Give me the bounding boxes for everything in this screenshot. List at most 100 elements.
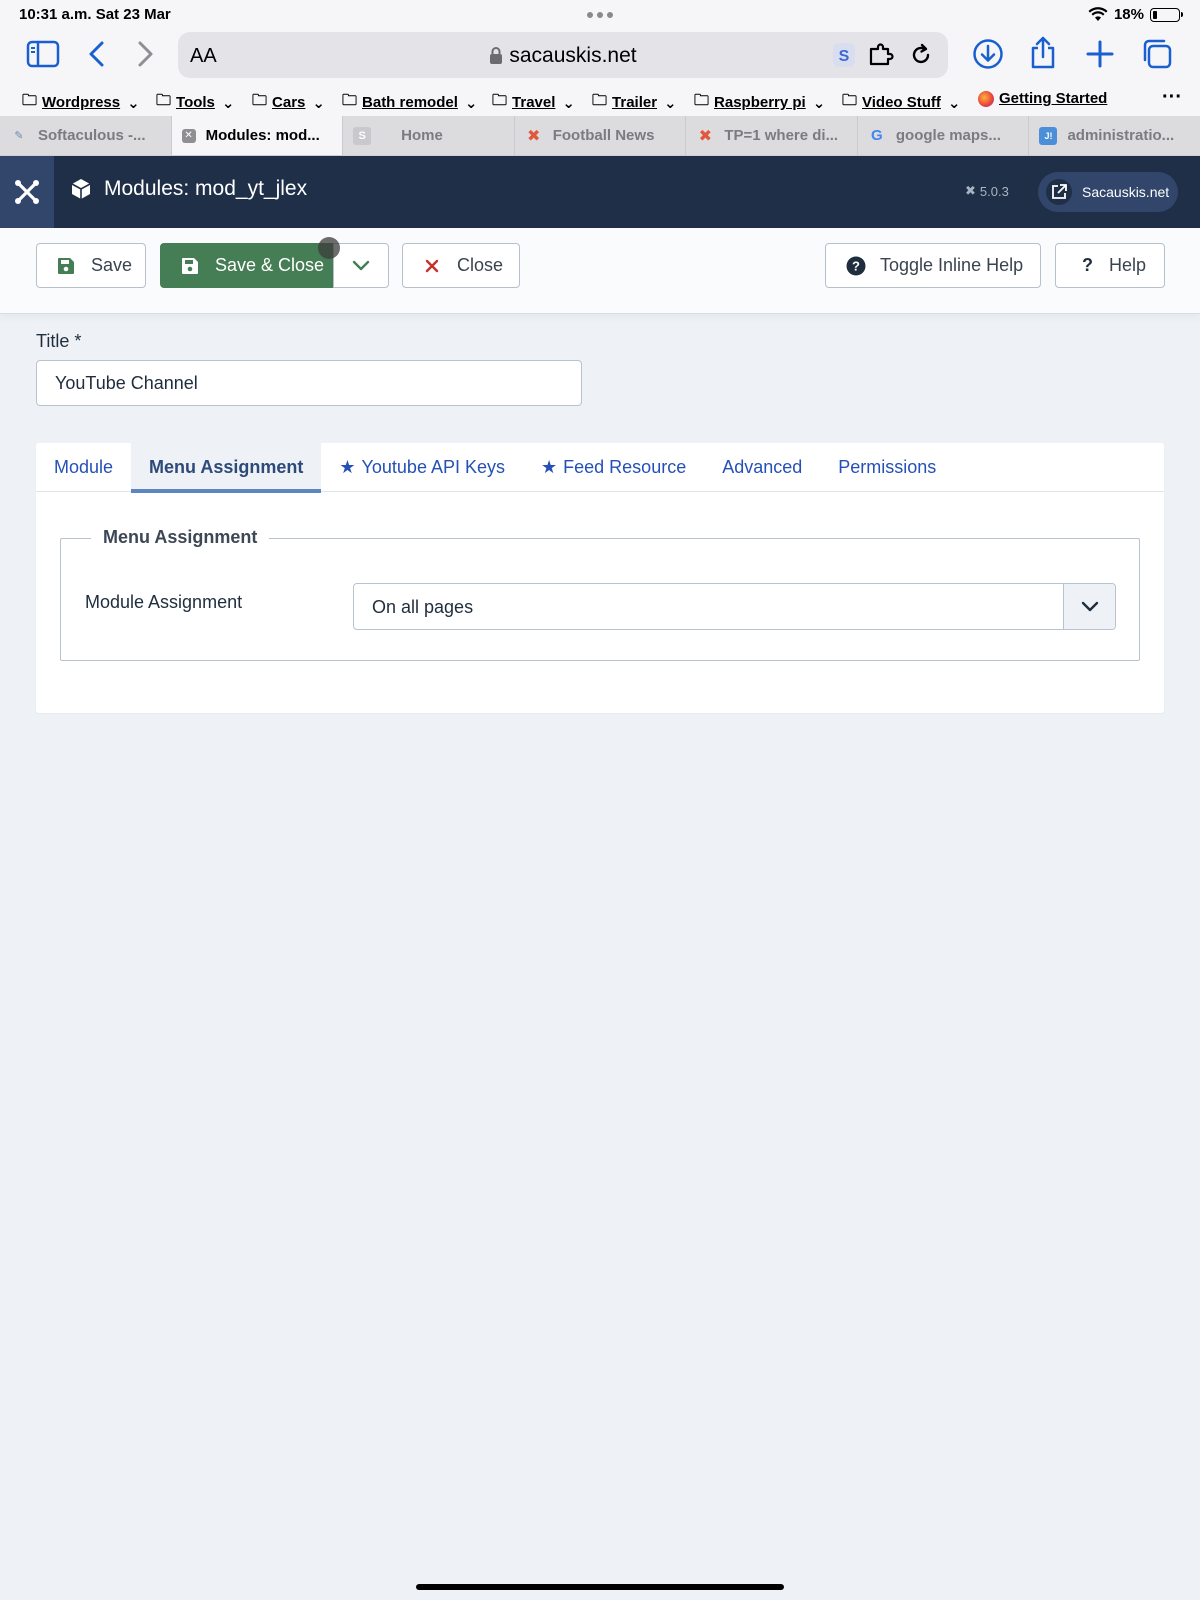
tab-feed-resource[interactable]: ★ Feed Resource bbox=[523, 443, 704, 492]
browser-tab-tp1[interactable]: ✖ TP=1 where di... bbox=[686, 116, 858, 155]
bookmarks-more-icon[interactable]: ··· bbox=[1162, 86, 1182, 109]
s-favicon-icon: S bbox=[353, 126, 372, 145]
new-tab-plus-icon[interactable] bbox=[1086, 40, 1114, 68]
save-button[interactable]: Save bbox=[36, 243, 146, 288]
chevron-down-icon[interactable] bbox=[1063, 584, 1115, 629]
bookmark-folder-wordpress[interactable]: 🗀 Wordpress ⌄ bbox=[22, 90, 140, 115]
fieldset-legend: Menu Assignment bbox=[91, 527, 270, 548]
module-assignment-label: Module Assignment bbox=[85, 592, 243, 612]
cube-icon bbox=[71, 179, 91, 199]
folder-icon: 🗀 bbox=[492, 92, 508, 109]
module-assignment-value: On all pages bbox=[372, 597, 474, 617]
external-link-icon bbox=[1046, 179, 1072, 205]
bookmark-getting-started[interactable]: Getting Started bbox=[978, 90, 1107, 107]
chevron-down-icon: ⌄ bbox=[664, 94, 677, 112]
chevron-down-icon: ⌄ bbox=[221, 94, 235, 112]
star-icon: ★ bbox=[541, 457, 558, 477]
extensions-puzzle-icon[interactable] bbox=[868, 43, 896, 67]
browser-tab-google-maps[interactable]: Ggoogle maps... bbox=[858, 116, 1030, 155]
browser-tabs: ✎ Softaculous -... ✕ Modules: mod... S Home… bbox=[0, 116, 1200, 156]
chevron-down-icon: ⌄ bbox=[812, 94, 826, 112]
page-title-text: Modules: mod_yt_jlex bbox=[104, 177, 308, 200]
battery-fill bbox=[1153, 10, 1157, 19]
joomla-favicon-icon: ✖ bbox=[698, 127, 713, 145]
bookmark-folder-bath-remodel[interactable]: 🗀 Bath remodel ⌄ bbox=[342, 90, 477, 115]
browser-chrome: 10:31 a.m. Sat 23 Mar 18% AA sacauskis.n… bbox=[0, 0, 1200, 156]
folder-icon: 🗀 bbox=[694, 92, 710, 109]
reload-icon[interactable] bbox=[909, 43, 933, 67]
bookmark-folder-trailer[interactable]: 🗀 Trailer ⌄ bbox=[592, 90, 677, 115]
extension-s-icon[interactable]: S bbox=[833, 43, 855, 67]
tab-overview-icon[interactable] bbox=[1141, 38, 1173, 70]
battery-percent: 18% bbox=[1113, 6, 1144, 23]
save-options-dropdown-button[interactable] bbox=[333, 243, 389, 288]
tab-youtube-api-keys[interactable]: ★ Youtube API Keys bbox=[321, 443, 523, 492]
browser-tab-modules[interactable]: ✕ Modules: mod... bbox=[171, 116, 344, 155]
module-assignment-select[interactable]: On all pages bbox=[353, 583, 1116, 630]
lock-icon bbox=[490, 47, 503, 64]
wifi-icon bbox=[1088, 7, 1108, 21]
browser-tab-home[interactable]: S Home bbox=[343, 116, 515, 155]
home-indicator[interactable] bbox=[416, 1584, 784, 1590]
battery-icon bbox=[1150, 7, 1183, 22]
title-input[interactable] bbox=[36, 360, 582, 406]
joomla-logo-icon[interactable] bbox=[0, 156, 54, 228]
view-site-button[interactable]: Sacauskis.net bbox=[1038, 172, 1178, 212]
folder-icon: 🗀 bbox=[592, 92, 608, 109]
folder-icon: 🗀 bbox=[156, 92, 172, 109]
forward-icon[interactable] bbox=[134, 40, 156, 68]
multitasking-dots-icon[interactable] bbox=[587, 12, 613, 18]
tab-module[interactable]: Module bbox=[36, 443, 131, 492]
address-bar[interactable]: AA sacauskis.net S bbox=[178, 32, 948, 78]
bookmark-folder-raspberry-pi[interactable]: 🗀 Raspberry pi ⌄ bbox=[694, 90, 825, 115]
menu-assignment-fieldset: Menu Assignment Module Assignment On all… bbox=[60, 527, 1140, 661]
joomla-favicon-icon: ✖ bbox=[527, 127, 541, 145]
floppy-disk-icon bbox=[181, 257, 199, 275]
close-x-icon bbox=[425, 259, 439, 272]
download-icon[interactable] bbox=[972, 38, 1004, 70]
svg-text:S: S bbox=[839, 48, 850, 65]
module-edit-card: Module Menu Assignment ★ Youtube API Keys… bbox=[36, 443, 1164, 713]
page-title: Modules: mod_yt_jlex bbox=[70, 177, 307, 201]
tab-menu-assignment[interactable]: Menu Assignment bbox=[131, 443, 322, 493]
browser-tab-softaculous[interactable]: ✎ Softaculous -... bbox=[0, 116, 172, 155]
bookmark-folder-cars[interactable]: 🗀 Cars ⌄ bbox=[252, 90, 325, 115]
tab-advanced[interactable]: Advanced bbox=[704, 443, 820, 492]
status-time: 10:31 a.m. Sat 23 Mar bbox=[19, 6, 171, 23]
bookmark-folder-travel[interactable]: 🗀 Travel ⌄ bbox=[492, 90, 575, 115]
floppy-disk-icon bbox=[57, 257, 75, 275]
help-button[interactable]: ? Help bbox=[1055, 243, 1165, 288]
title-label: Title * bbox=[36, 331, 82, 351]
folder-icon: 🗀 bbox=[842, 92, 858, 109]
back-icon[interactable] bbox=[86, 40, 108, 68]
joomla-version: ✖ 5.0.3 bbox=[965, 183, 1009, 199]
chevron-down-icon bbox=[352, 260, 370, 270]
folder-icon: 🗀 bbox=[22, 92, 38, 109]
joomla-small-icon: ✖ bbox=[965, 183, 976, 198]
bookmarks-bar: 🗀 Wordpress ⌄ 🗀 Tools ⌄ 🗀 Cars ⌄ 🗀 Bath remodel… bbox=[0, 84, 1200, 116]
tab-close-icon[interactable]: ✕ bbox=[181, 128, 196, 143]
domain-text: sacauskis.net bbox=[509, 44, 637, 67]
status-right: 18% bbox=[1088, 6, 1183, 23]
question-circle-icon: ? bbox=[846, 256, 866, 275]
bookmark-folder-video-stuff[interactable]: 🗀 Video Stuff ⌄ bbox=[842, 90, 960, 115]
chevron-down-icon: ⌄ bbox=[312, 94, 325, 112]
bookmark-folder-tools[interactable]: 🗀 Tools ⌄ bbox=[156, 90, 234, 115]
chevron-down-icon: ⌄ bbox=[127, 94, 140, 112]
toggle-inline-help-button[interactable]: ? Toggle Inline Help bbox=[825, 243, 1041, 288]
url-row: AA sacauskis.net S bbox=[0, 28, 1200, 84]
softaculous-favicon-icon: ✎ bbox=[14, 130, 24, 142]
close-button[interactable]: Close bbox=[402, 243, 520, 288]
tab-permissions[interactable]: Permissions bbox=[820, 443, 954, 492]
share-icon[interactable] bbox=[1029, 36, 1057, 70]
module-tabs: Module Menu Assignment ★ Youtube API Keys… bbox=[36, 443, 1164, 493]
browser-tab-administration[interactable]: J! administratio... bbox=[1029, 116, 1200, 155]
firefox-icon bbox=[978, 90, 994, 107]
google-favicon-icon: G bbox=[871, 127, 883, 144]
folder-icon: 🗀 bbox=[252, 92, 268, 109]
svg-text:?: ? bbox=[852, 258, 860, 273]
save-and-close-button[interactable]: Save & Close bbox=[160, 243, 334, 288]
chevron-down-icon: ⌄ bbox=[464, 94, 478, 112]
browser-tab-football-news[interactable]: ✖ Football News bbox=[515, 116, 687, 155]
sidebar-icon[interactable] bbox=[26, 40, 60, 68]
